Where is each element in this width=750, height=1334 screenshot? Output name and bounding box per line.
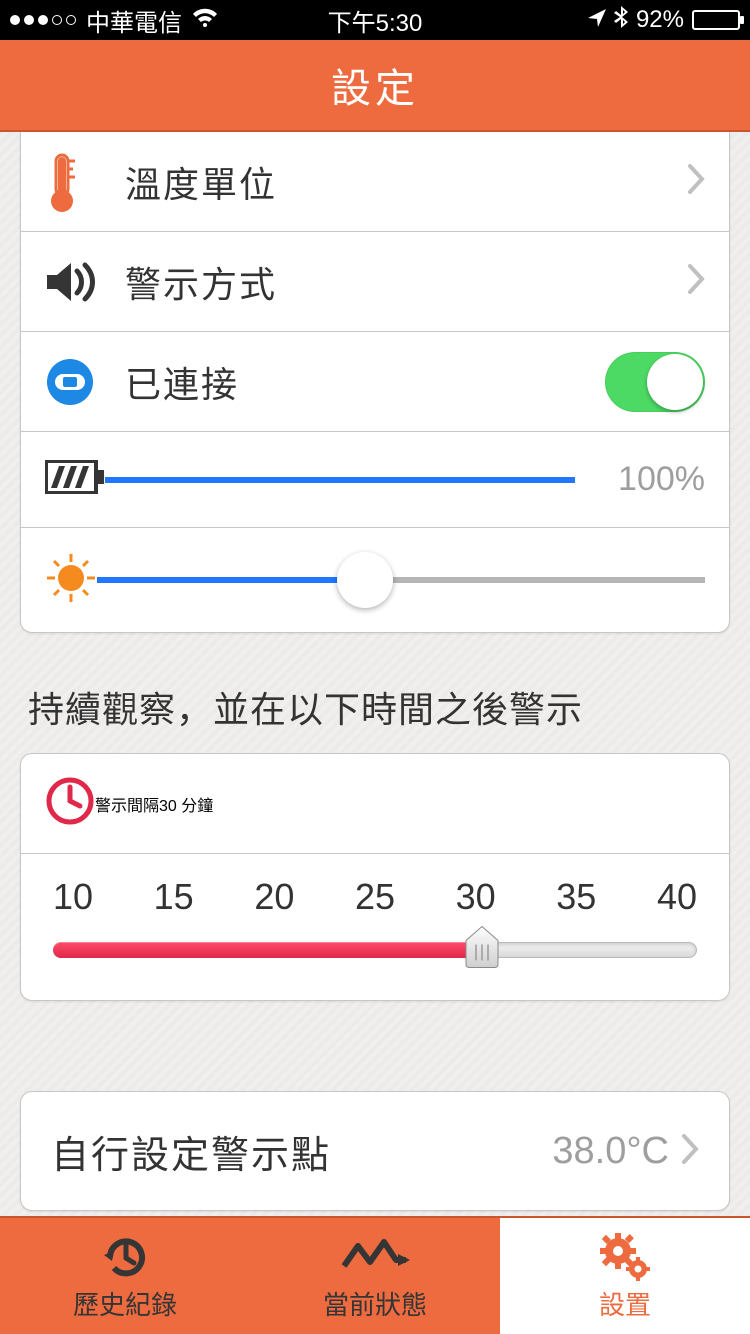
- chevron-right-icon: [687, 164, 705, 199]
- interval-slider-thumb[interactable]: [462, 924, 502, 968]
- bluetooth-icon: [614, 6, 628, 35]
- connected-toggle[interactable]: [605, 352, 705, 412]
- page-title: 設定: [331, 56, 419, 114]
- row-battery-level: 100%: [21, 432, 729, 528]
- status-bar: 中華電信 下午5:30 92%: [0, 0, 750, 40]
- thermometer-icon: [45, 151, 125, 213]
- sun-icon: [45, 552, 97, 609]
- connected-label: 已連接: [125, 356, 605, 408]
- interval-slider-container: 10 15 20 25 30 35 40: [21, 854, 729, 1000]
- location-icon: [588, 6, 606, 34]
- custom-alert-value: 38.0°C: [552, 1130, 669, 1173]
- temperature-unit-label: 溫度單位: [125, 156, 687, 208]
- row-alert-interval: 警示間隔 30 分鐘: [21, 754, 729, 854]
- tab-settings-label: 設置: [599, 1285, 651, 1322]
- brightness-slider[interactable]: [97, 577, 705, 583]
- interval-slider[interactable]: [53, 940, 697, 960]
- chevron-right-icon: [681, 1134, 699, 1169]
- chevron-right-icon: [687, 264, 705, 299]
- battery-percent-value: 100%: [595, 460, 705, 499]
- custom-alert-label: 自行設定警示點: [51, 1124, 552, 1179]
- page-header: 設定: [0, 40, 750, 132]
- row-temperature-unit[interactable]: 溫度單位: [21, 132, 729, 232]
- activity-icon: [340, 1231, 410, 1281]
- tick-label: 35: [556, 876, 596, 918]
- interval-ticks: 10 15 20 25 30 35 40: [53, 876, 697, 918]
- speaker-icon: [45, 259, 125, 305]
- clock-label: 下午5:30: [253, 3, 496, 38]
- brightness-slider-thumb[interactable]: [337, 552, 393, 608]
- battery-percent-label: 92%: [636, 6, 684, 34]
- row-brightness: [21, 528, 729, 632]
- battery-icon: [692, 10, 740, 30]
- battery-progress: [105, 477, 575, 483]
- device-icon: [45, 357, 125, 407]
- tab-history-label: 歷史紀錄: [73, 1285, 177, 1322]
- signal-dots-icon: [10, 15, 76, 25]
- row-custom-alert-point[interactable]: 自行設定警示點 38.0°C: [21, 1092, 729, 1210]
- history-icon: [100, 1231, 150, 1281]
- tab-history[interactable]: 歷史紀錄: [0, 1218, 250, 1334]
- clock-icon: [45, 776, 95, 831]
- tick-label: 15: [154, 876, 194, 918]
- carrier-label: 中華電信: [86, 3, 182, 38]
- wifi-icon: [192, 6, 218, 34]
- tick-label: 40: [657, 876, 697, 918]
- tab-settings[interactable]: 設置: [500, 1218, 750, 1334]
- alert-method-label: 警示方式: [125, 256, 687, 308]
- row-connected: 已連接: [21, 332, 729, 432]
- alert-interval-label: 警示間隔: [95, 792, 159, 816]
- tick-label: 30: [456, 876, 496, 918]
- interval-section-title: 持續觀察，並在以下時間之後警示: [0, 633, 750, 753]
- tab-current[interactable]: 當前狀態: [250, 1218, 500, 1334]
- battery-icon: [45, 460, 105, 499]
- tab-current-label: 當前狀態: [323, 1285, 427, 1322]
- tick-label: 20: [254, 876, 294, 918]
- tick-label: 10: [53, 876, 93, 918]
- tab-bar: 歷史紀錄 當前狀態: [0, 1216, 750, 1334]
- tick-label: 25: [355, 876, 395, 918]
- alert-interval-value: 30 分鐘: [159, 792, 213, 816]
- row-alert-method[interactable]: 警示方式: [21, 232, 729, 332]
- gear-icon: [598, 1231, 652, 1281]
